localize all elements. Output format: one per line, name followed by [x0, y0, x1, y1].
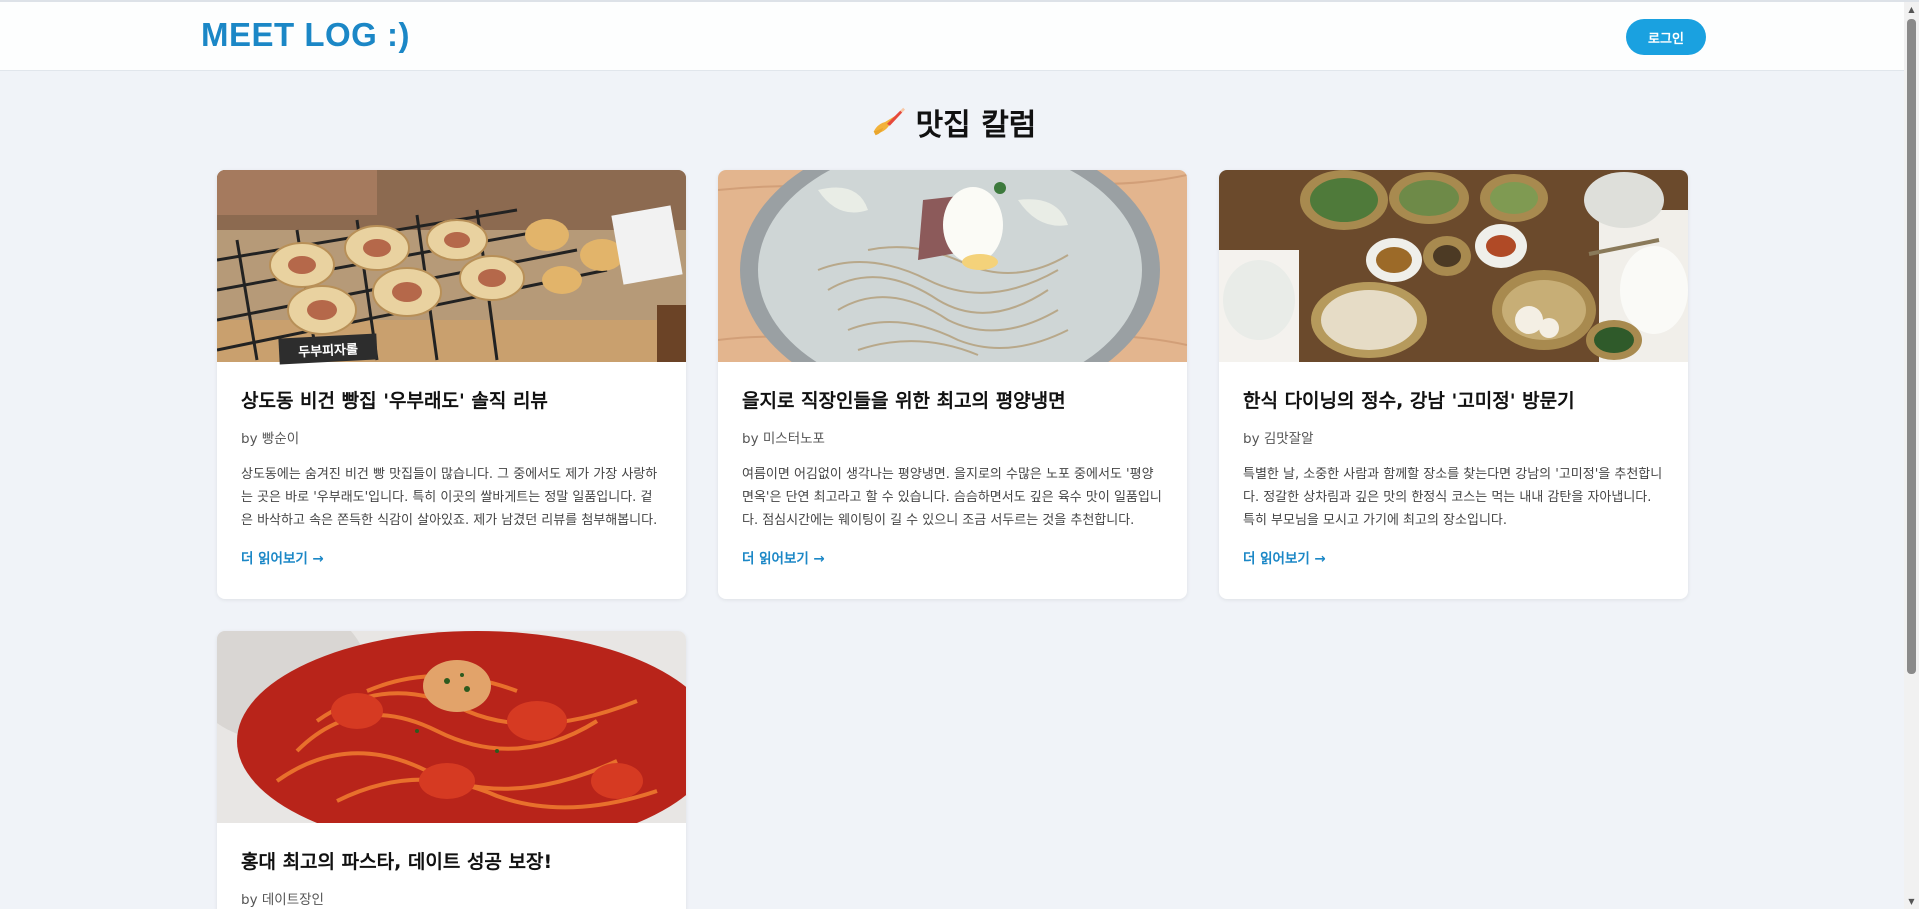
- scroll-up-arrow-icon[interactable]: ▲: [1904, 2, 1919, 17]
- column-title[interactable]: 홍대 최고의 파스타, 데이트 성공 보장!: [241, 847, 662, 874]
- writing-hand-icon: [873, 107, 905, 136]
- column-title[interactable]: 상도동 비건 빵집 '우부래도' 솔직 리뷰: [241, 386, 662, 413]
- column-card[interactable]: 한식 다이닝의 정수, 강남 '고미정' 방문기 by 김맛잘알 특별한 날, …: [1219, 170, 1688, 599]
- read-more-link[interactable]: 더 읽어보기 →: [742, 547, 825, 567]
- page-title-text: 맛집 칼럼: [915, 108, 1037, 143]
- hansik-dining-photo: [1219, 170, 1688, 362]
- column-card[interactable]: 을지로 직장인들을 위한 최고의 평양냉면 by 미스터노포 여름이면 어김없이…: [718, 170, 1187, 599]
- page-title: 맛집 칼럼: [0, 100, 1904, 144]
- site-logo[interactable]: MEET LOG :): [201, 16, 410, 54]
- column-excerpt: 특별한 날, 소중한 사람과 함께할 장소를 찾는다면 강남의 '고미정'을 추…: [1243, 467, 1663, 528]
- bread-photo: [217, 170, 686, 362]
- column-author: by 빵순이: [241, 431, 300, 447]
- column-excerpt: 상도동에는 숨겨진 비건 빵 맛집들이 많습니다. 그 중에서도 제가 가장 사…: [241, 467, 658, 528]
- column-excerpt: 여름이면 어김없이 생각나는 평양냉면. 을지로의 수많은 노포 중에서도 '평…: [742, 467, 1162, 528]
- column-author: by 데이트장인: [241, 892, 324, 908]
- bread-label-tag: 두부피자롤: [278, 333, 378, 365]
- read-more-link[interactable]: 더 읽어보기 →: [241, 547, 324, 567]
- bread-label-text: 두부피자롤: [297, 341, 359, 361]
- column-card[interactable]: 홍대 최고의 파스타, 데이트 성공 보장! by 데이트장인: [217, 631, 686, 909]
- column-card[interactable]: 두부피자롤 상도동 비건 빵집 '우부래도' 솔직 리뷰 by 빵순이 상도동에…: [217, 170, 686, 599]
- pasta-photo: [217, 631, 686, 823]
- column-title[interactable]: 한식 다이닝의 정수, 강남 '고미정' 방문기: [1243, 386, 1664, 413]
- scrollbar-thumb[interactable]: [1907, 19, 1916, 674]
- naengmyeon-photo: [718, 170, 1187, 362]
- scroll-down-arrow-icon[interactable]: ▼: [1904, 894, 1919, 909]
- column-author: by 미스터노포: [742, 431, 825, 447]
- vertical-scrollbar[interactable]: ▲ ▼: [1904, 2, 1919, 909]
- login-button[interactable]: 로그인: [1626, 19, 1706, 55]
- column-title[interactable]: 을지로 직장인들을 위한 최고의 평양냉면: [742, 386, 1163, 413]
- site-header: MEET LOG :) 로그인: [0, 2, 1904, 71]
- read-more-link[interactable]: 더 읽어보기 →: [1243, 547, 1326, 567]
- column-author: by 김맛잘알: [1243, 431, 1314, 447]
